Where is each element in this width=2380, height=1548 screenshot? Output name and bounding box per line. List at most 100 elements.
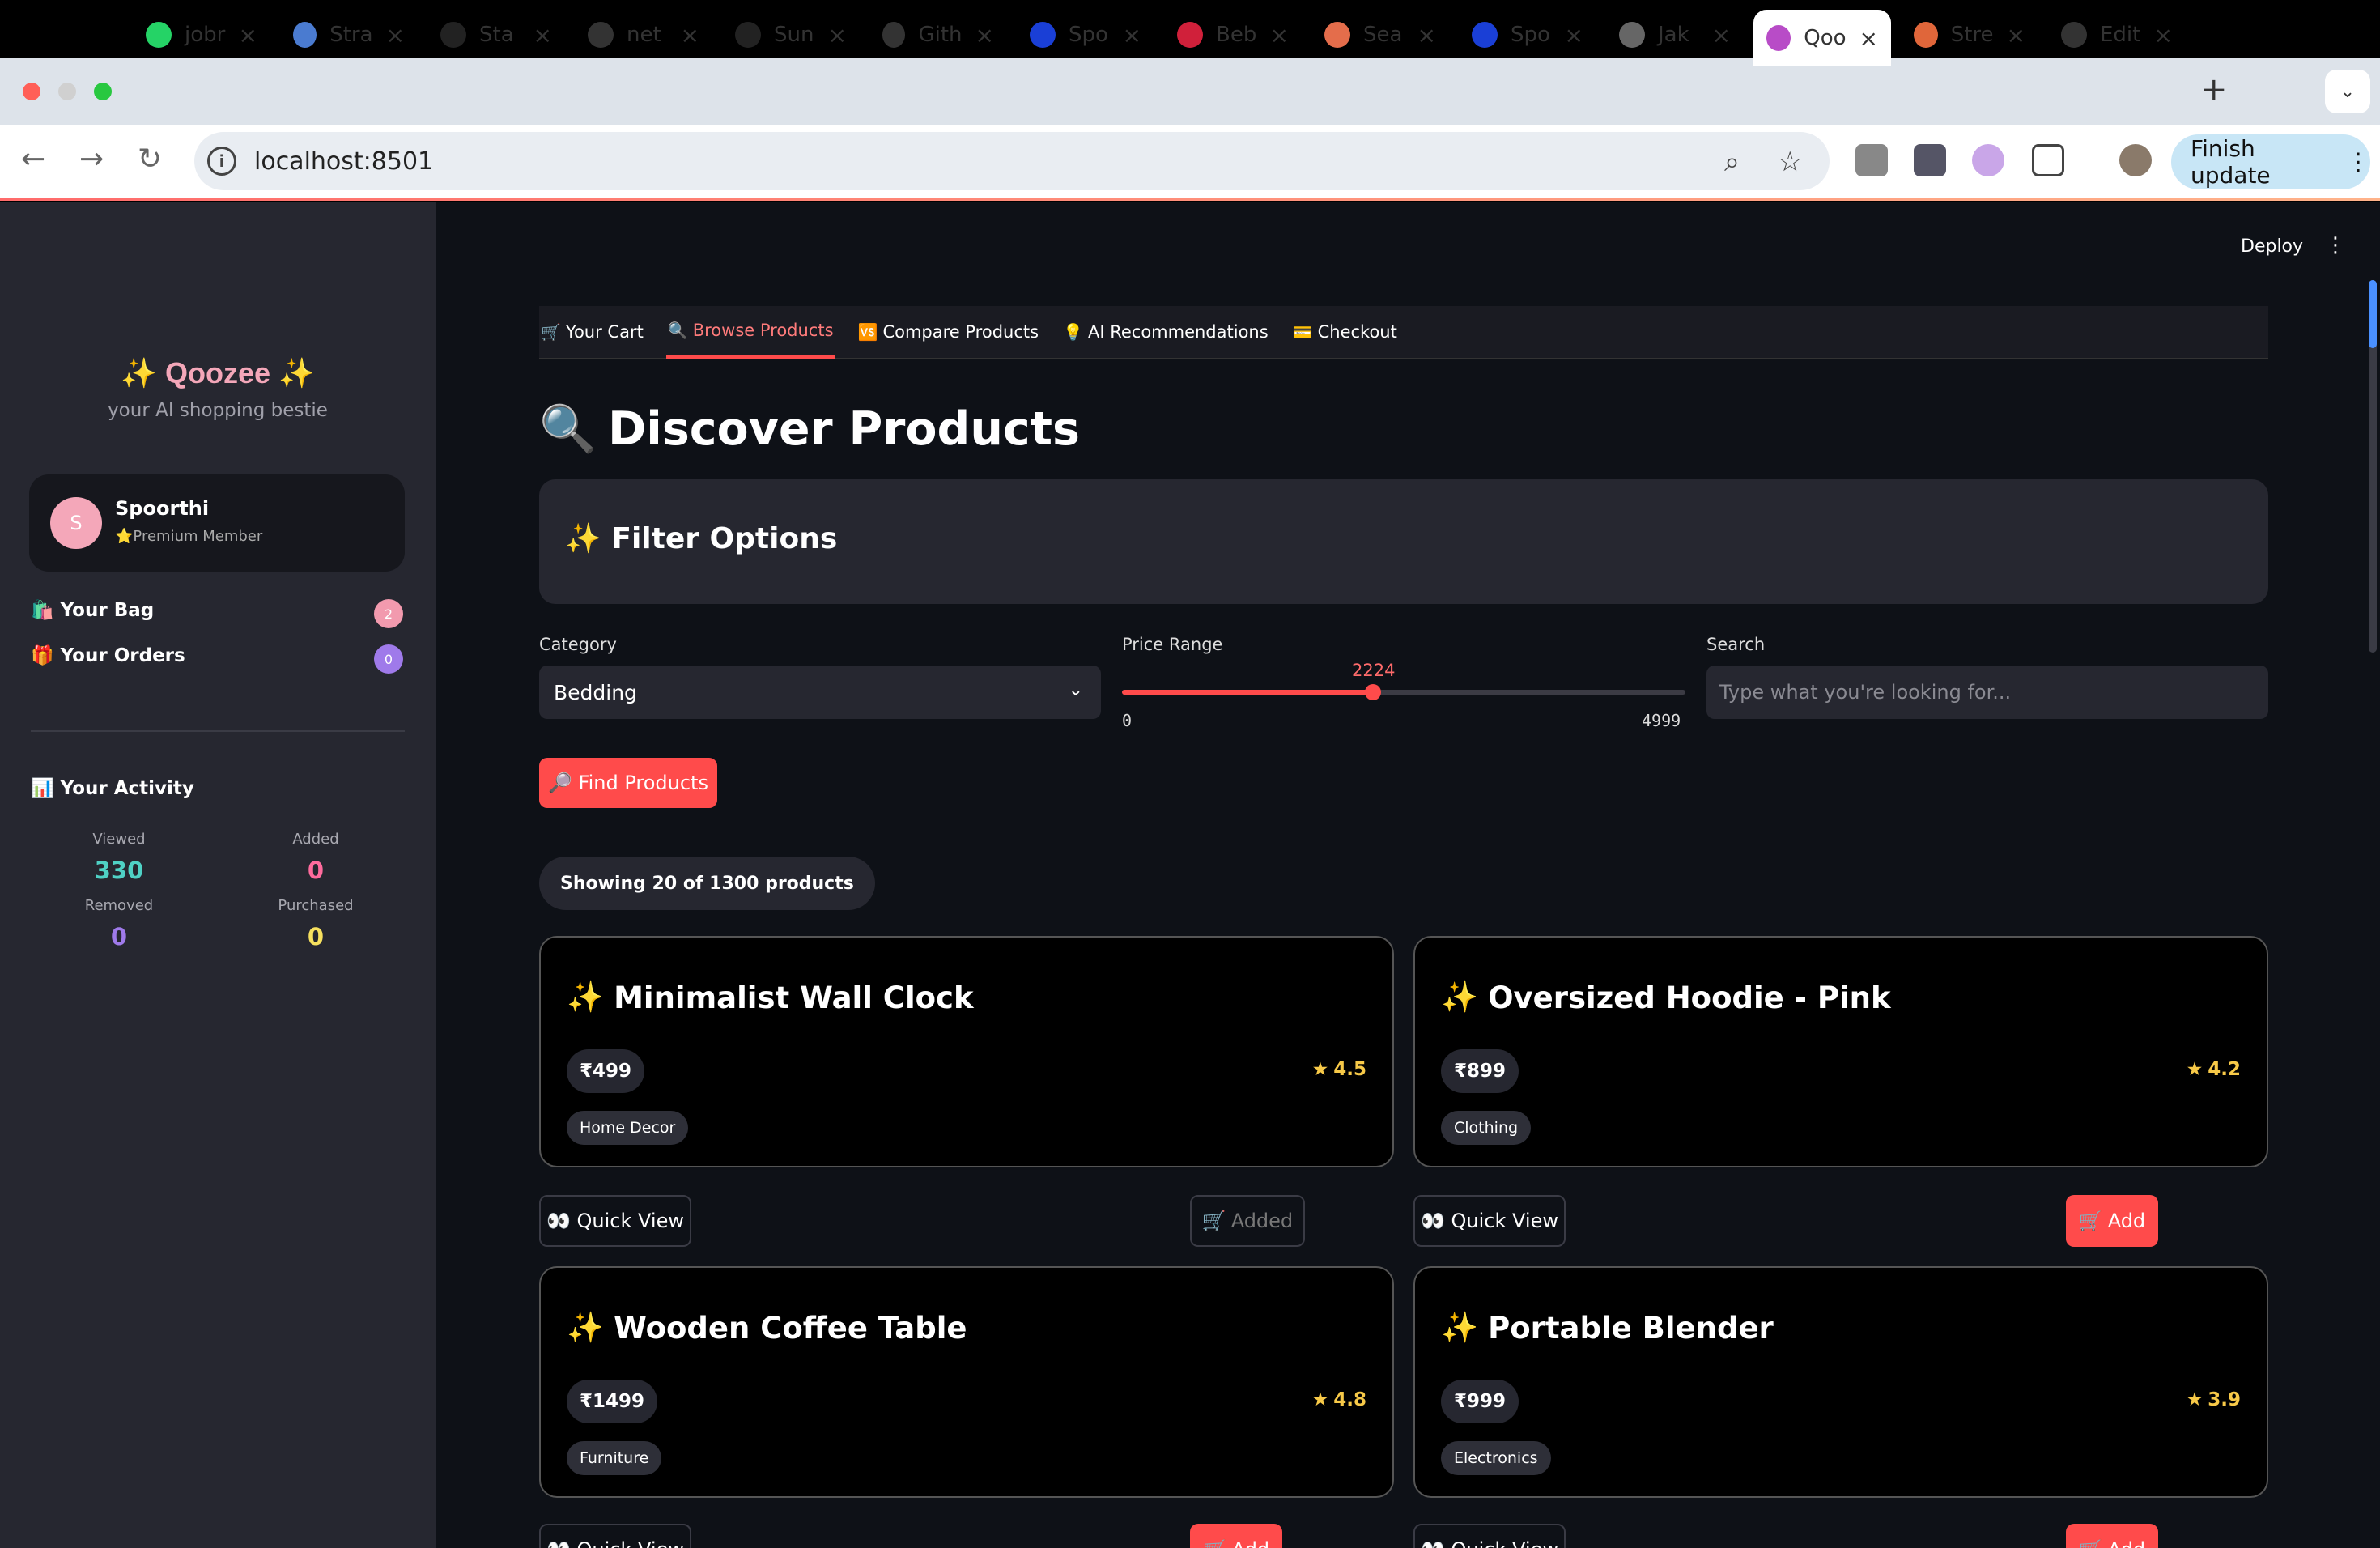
browser-tab[interactable]: Qoo ×	[1753, 10, 1891, 66]
close-icon[interactable]: ×	[1565, 22, 1583, 49]
sidebar-item-bag[interactable]: 🛍️ Your Bag	[31, 599, 154, 622]
tab-your-cart[interactable]: 🛒 Your Cart	[539, 305, 645, 359]
browser-tab[interactable]: Stre ×	[1901, 10, 2038, 60]
membership-label: ⭐Premium Member	[115, 528, 263, 545]
quick-view-button[interactable]: 👀 Quick View	[539, 1524, 691, 1548]
close-icon[interactable]: ×	[1859, 25, 1878, 52]
close-icon[interactable]: ×	[533, 22, 552, 49]
close-icon[interactable]: ×	[1270, 22, 1289, 49]
close-icon[interactable]: ×	[828, 22, 847, 49]
sidebar-item-orders[interactable]: 🎁 Your Orders	[31, 644, 185, 667]
browser-tab-label: net	[627, 23, 661, 47]
profile-avatar-icon[interactable]	[2119, 144, 2152, 176]
close-icon[interactable]: ×	[1712, 22, 1731, 49]
viewed-value: 330	[94, 857, 144, 884]
tab-search-button[interactable]: ⌄	[2325, 70, 2370, 113]
search-input[interactable]	[1706, 666, 2268, 719]
browser-tab-label: Edit	[2100, 23, 2141, 47]
star-icon: ★	[1311, 1059, 1329, 1080]
browser-tab[interactable]: Spo ×	[1017, 10, 1154, 60]
extension-icon-2[interactable]	[1914, 144, 1946, 176]
price-slider-thumb[interactable]	[1365, 684, 1381, 700]
deploy-button[interactable]: Deploy	[2241, 236, 2303, 257]
sparkles-icon: ✨	[1441, 1310, 1479, 1345]
add-to-cart-button[interactable]: 🛒Add	[2066, 1524, 2158, 1548]
user-name: Spoorthi	[115, 497, 210, 520]
close-icon[interactable]: ×	[975, 22, 994, 49]
close-icon[interactable]: ×	[2154, 22, 2173, 49]
browser-tab[interactable]: Edit ×	[2048, 10, 2186, 60]
quick-view-button[interactable]: 👀 Quick View	[539, 1195, 691, 1247]
quick-view-button[interactable]: 👀 Quick View	[1413, 1524, 1566, 1548]
browser-tab-label: Stra	[329, 23, 373, 47]
cart-icon: 🛒	[1203, 1538, 1227, 1548]
minimize-window-button[interactable]	[58, 83, 76, 100]
browser-tab[interactable]: Sta ×	[427, 10, 565, 60]
reload-button[interactable]: ↻	[138, 142, 162, 176]
close-icon[interactable]: ×	[2007, 22, 2025, 49]
cart-icon: 🛒	[541, 322, 561, 342]
tab-label: AI Recommendations	[1087, 322, 1269, 342]
tab-label: Your Cart	[565, 322, 644, 342]
product-rating: ★ 4.8	[1312, 1389, 1366, 1410]
close-icon[interactable]: ×	[681, 22, 699, 49]
filter-options-panel[interactable]: ✨ Filter Options	[539, 479, 2268, 604]
find-products-button[interactable]: 🔎 Find Products	[539, 758, 717, 808]
close-icon[interactable]: ×	[386, 22, 405, 49]
close-icon[interactable]: ×	[1417, 22, 1436, 49]
rating-value: 4.5	[1333, 1059, 1366, 1080]
sidebar-divider	[31, 730, 405, 732]
maximize-window-button[interactable]	[94, 83, 112, 100]
browser-tab[interactable]: net ×	[575, 10, 712, 60]
extension-icon-3[interactable]	[1972, 144, 2004, 176]
quick-view-button[interactable]: 👀 Quick View	[1413, 1195, 1566, 1247]
url-text: localhost:8501	[254, 147, 434, 176]
close-icon[interactable]: ×	[239, 22, 257, 49]
orders-count-badge: 0	[374, 644, 403, 674]
browser-tab[interactable]: Stra ×	[280, 10, 418, 60]
d-icon	[1472, 22, 1498, 48]
product-card: ✨ Wooden Coffee Table ₹1499 ★ 4.8 Furnitur…	[539, 1266, 1394, 1498]
vs-icon: 🆚	[857, 322, 878, 342]
category-select[interactable]: Bedding ⌄	[539, 666, 1101, 719]
tab-ai-recommendations[interactable]: 💡 AI Recommendations	[1061, 305, 1270, 359]
finish-update-button[interactable]: Finish update ⋮	[2171, 134, 2370, 189]
sparkles-icon: ✨	[567, 1310, 605, 1345]
finish-update-label: Finish update	[2191, 135, 2271, 189]
price-slider[interactable]	[1122, 684, 1685, 700]
app-menu-icon[interactable]: ⋮	[2325, 233, 2346, 257]
add-to-cart-button[interactable]: 🛒Add	[1190, 1524, 1282, 1548]
browser-tab[interactable]: Jak ×	[1606, 10, 1744, 60]
add-to-cart-button[interactable]: 🛒 Added	[1190, 1195, 1305, 1247]
browser-tab-label: Sun	[774, 23, 814, 47]
close-window-button[interactable]	[23, 83, 40, 100]
scrollbar-thumb[interactable]	[2369, 280, 2377, 348]
browser-tab[interactable]: Gith ×	[869, 10, 1007, 60]
product-card: ✨ Portable Blender ₹999 ★ 3.9 Electronics	[1413, 1266, 2268, 1498]
add-to-cart-button[interactable]: 🛒Add	[2066, 1195, 2158, 1247]
browser-tab[interactable]: Spo ×	[1459, 10, 1596, 60]
tab-checkout[interactable]: 💳 Checkout	[1291, 305, 1399, 359]
browser-tab[interactable]: Sun ×	[722, 10, 860, 60]
tab-compare-products[interactable]: 🆚 Compare Products	[856, 305, 1041, 359]
browser-tab[interactable]: Sea ×	[1311, 10, 1449, 60]
new-tab-button[interactable]: +	[2200, 71, 2228, 108]
bookmark-star-icon[interactable]: ☆	[1778, 146, 1802, 178]
zoom-icon[interactable]: ⌕	[1724, 146, 1740, 178]
sparkles-icon: ✨	[1441, 980, 1479, 1014]
url-field[interactable]: i localhost:8501	[194, 132, 1830, 190]
extension-icon-1[interactable]	[1855, 144, 1888, 176]
extensions-puzzle-icon[interactable]	[2032, 144, 2064, 176]
tab-browse-products[interactable]: 🔍 Browse Products	[665, 305, 835, 359]
forward-button[interactable]: →	[79, 142, 104, 176]
close-icon[interactable]: ×	[1123, 22, 1141, 49]
browser-tab-label: Beb	[1216, 23, 1257, 47]
category-label: Category	[539, 635, 617, 654]
site-info-icon[interactable]: i	[207, 147, 236, 176]
back-button[interactable]: ←	[21, 142, 45, 176]
browser-tab[interactable]: jobr ×	[133, 10, 270, 60]
browser-tab[interactable]: Beb ×	[1164, 10, 1302, 60]
added-label: Added	[292, 831, 339, 848]
tab-label: Browse Products	[692, 321, 834, 340]
react-icon	[735, 22, 761, 48]
